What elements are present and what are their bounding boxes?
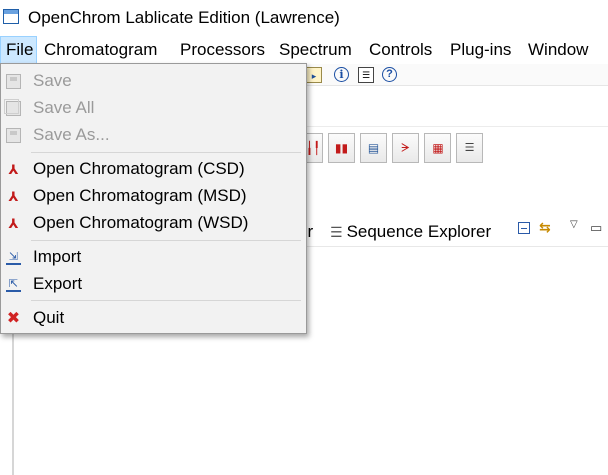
- export-icon: ⇱: [6, 277, 21, 292]
- save-as-icon: [6, 128, 21, 143]
- menu-item-export-label: Export: [33, 274, 83, 293]
- menu-item-save-all-label: Save All: [33, 98, 95, 117]
- menu-item-open-chromatogram-msd[interactable]: ⅄ Open Chromatogram (MSD): [2, 183, 305, 210]
- grid-heatmap-icon[interactable]: ▦: [424, 133, 451, 163]
- menu-item-quit-label: Quit: [33, 308, 65, 327]
- tab-sequence-explorer[interactable]: ☰ Sequence Explorer: [330, 222, 491, 242]
- menu-separator: [31, 240, 301, 241]
- chromatogram-icon: ⅄: [8, 162, 19, 177]
- menu-item-quit[interactable]: ✖ Quit: [2, 305, 305, 332]
- menu-controls[interactable]: Controls: [364, 36, 437, 64]
- menu-item-import[interactable]: ⇲ Import: [2, 244, 305, 271]
- import-icon: ⇲: [6, 250, 21, 265]
- peak-detect-icon[interactable]: ᗒ: [392, 133, 419, 163]
- menu-item-save-label: Save: [33, 71, 72, 90]
- menu-bar: File Chromatogram Processors Spectrum Co…: [0, 36, 608, 64]
- import-chromatogram-icon[interactable]: ▸: [306, 67, 322, 83]
- save-icon: [6, 74, 21, 89]
- menu-item-open-wsd-label: Open Chromatogram (WSD): [33, 213, 249, 232]
- menu-spectrum[interactable]: Spectrum: [274, 36, 357, 64]
- menu-processors[interactable]: Processors: [175, 36, 270, 64]
- menu-item-open-chromatogram-wsd[interactable]: ⅄ Open Chromatogram (WSD): [2, 210, 305, 237]
- menu-item-import-label: Import: [33, 247, 82, 266]
- menu-item-save: Save: [2, 68, 305, 95]
- tab-sequence-explorer-label: Sequence Explorer: [346, 222, 492, 241]
- chromatogram-icon: ⅄: [8, 216, 19, 231]
- menu-item-save-all: Save All: [2, 95, 305, 122]
- help-icon[interactable]: ?: [382, 67, 397, 82]
- menu-item-open-csd-label: Open Chromatogram (CSD): [33, 159, 245, 178]
- window-title: OpenChrom Lablicate Edition (Lawrence): [28, 8, 340, 27]
- list-view-icon[interactable]: ☰: [358, 67, 374, 83]
- menu-separator: [31, 300, 301, 301]
- collapse-all-icon[interactable]: [518, 222, 530, 234]
- menu-item-export[interactable]: ⇱ Export: [2, 271, 305, 298]
- save-all-icon: [4, 99, 21, 116]
- minimize-view-icon[interactable]: ▭: [590, 220, 602, 236]
- spectrum-bars-icon[interactable]: ▮▮: [328, 133, 355, 163]
- menu-item-open-chromatogram-csd[interactable]: ⅄ Open Chromatogram (CSD): [2, 156, 305, 183]
- menu-item-save-as: Save As...: [2, 122, 305, 149]
- menu-window[interactable]: Window: [523, 36, 593, 64]
- title-bar: OpenChrom Lablicate Edition (Lawrence): [0, 0, 608, 36]
- sequence-list-icon: ☰: [330, 224, 343, 240]
- menu-chromatogram[interactable]: Chromatogram: [39, 36, 162, 64]
- view-menu-chevron-icon[interactable]: ▽: [570, 219, 578, 230]
- list-settings-icon[interactable]: ☰: [456, 133, 483, 163]
- bar-stack-icon[interactable]: ▤: [360, 133, 387, 163]
- menu-plug-ins[interactable]: Plug-ins: [445, 36, 516, 64]
- menu-item-save-as-label: Save As...: [33, 125, 110, 144]
- chromatogram-icon: ⅄: [8, 189, 19, 204]
- file-menu-dropdown: Save Save All Save As... ⅄ Open Chromato…: [0, 63, 307, 334]
- info-icon[interactable]: i: [334, 67, 349, 82]
- quit-icon: ✖: [6, 310, 21, 327]
- application-window-icon: [3, 9, 19, 24]
- menu-file[interactable]: File: [0, 36, 37, 64]
- link-editor-icon[interactable]: ⇆: [539, 219, 551, 236]
- menu-separator: [31, 152, 301, 153]
- menu-item-open-msd-label: Open Chromatogram (MSD): [33, 186, 247, 205]
